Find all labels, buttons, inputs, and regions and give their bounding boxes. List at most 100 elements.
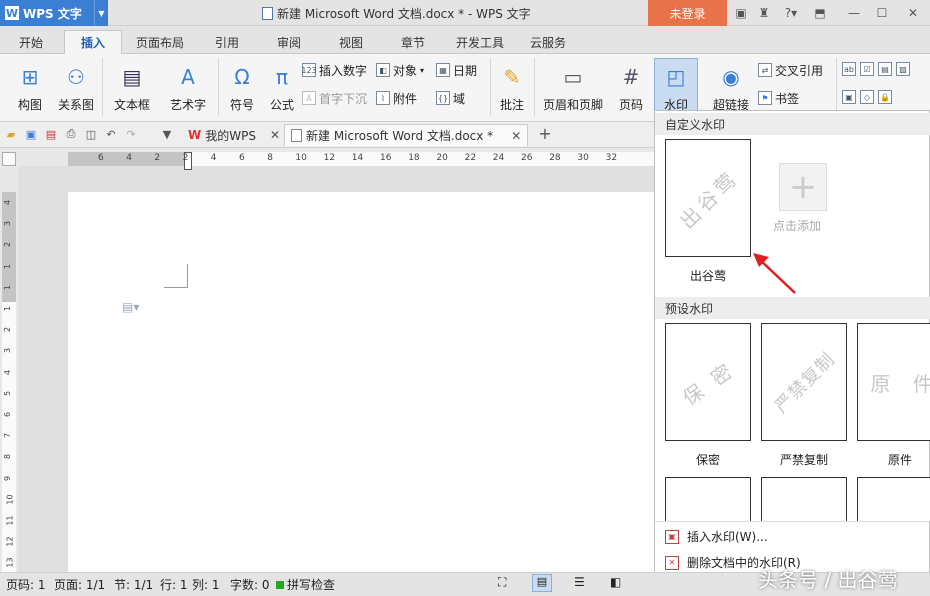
fullscreen-icon[interactable]: ⛶ — [498, 575, 514, 591]
undo-icon[interactable]: ↶ — [104, 127, 118, 141]
tab-references[interactable]: 引用 — [204, 30, 250, 54]
chevron-down-icon[interactable]: ▼ — [94, 0, 108, 26]
status-words[interactable]: 字数: 0 — [230, 576, 270, 593]
insert-watermark-label: 插入水印(W)... — [687, 530, 768, 544]
formula-button[interactable]: π 公式 — [264, 58, 300, 113]
ruler-number: 10 — [5, 494, 15, 505]
red-arrow-annotation — [753, 253, 796, 294]
list-box-icon[interactable]: ▤ — [878, 62, 892, 76]
add-watermark-plus-icon[interactable]: + — [779, 163, 827, 211]
print-preview-icon[interactable]: ◫ — [84, 127, 98, 141]
drop-cap-button[interactable]: A 首字下沉 — [302, 89, 367, 107]
preset-watermark-row2-1[interactable] — [665, 477, 751, 521]
app-menu-button[interactable]: W WPS 文字 ▼ — [0, 0, 108, 26]
bookmark-icon: ⚑ — [758, 91, 772, 105]
ruler-number: 1 — [3, 305, 13, 312]
tab-chapter[interactable]: 章节 — [390, 30, 436, 54]
wordart-label: 艺术字 — [169, 98, 206, 112]
skin-icon[interactable]: ▣ — [733, 5, 749, 21]
comment-button[interactable]: ✎ 批注 — [494, 58, 530, 113]
status-col: 列: 1 — [192, 578, 220, 592]
wordart-button[interactable]: A 艺术字 — [162, 58, 214, 113]
export-pdf-icon[interactable]: ▤ — [44, 127, 58, 141]
relation-diagram-button[interactable]: ⚇ 关系图 — [54, 58, 98, 113]
save-icon[interactable]: ▣ — [24, 127, 38, 141]
eraser-icon[interactable]: ◇ — [860, 90, 874, 104]
web-view-icon[interactable]: ◧ — [610, 575, 621, 589]
vertical-ruler[interactable]: 4 3 2 1 1 1 2 3 4 5 6 7 8 9 10 11 12 13 — [2, 192, 16, 572]
maximize-icon[interactable]: ☐ — [874, 5, 890, 21]
textbox-button[interactable]: ▤ 文本框 — [106, 58, 158, 113]
object-label: 对象 — [393, 63, 418, 78]
attachment-button[interactable]: ⌇ 附件 — [376, 89, 417, 107]
login-button[interactable]: 未登录 — [648, 0, 727, 26]
add-watermark-label[interactable]: 点击添加 — [773, 217, 821, 234]
bookmark-label: 书签 — [775, 91, 800, 106]
preset-watermark-secret[interactable]: 保 密 — [665, 323, 751, 441]
cross-reference-button[interactable]: ⇄ 交叉引用 — [758, 61, 823, 79]
object-button[interactable]: ◧ 对象 ▾ — [376, 61, 424, 79]
tab-insert[interactable]: 插入 — [64, 30, 122, 54]
tab-document[interactable]: 新建 Microsoft Word 文档.docx * ✕ — [284, 124, 529, 146]
tab-review[interactable]: 审阅 — [266, 30, 312, 54]
tab-cloud[interactable]: 云服务 — [522, 30, 574, 54]
ruler-number: 6 — [3, 411, 13, 418]
bookmark-button[interactable]: ⚑ 书签 — [758, 89, 799, 107]
page-number-button[interactable]: # 页码 — [610, 58, 652, 113]
preset-watermark-original[interactable]: 原 件 — [857, 323, 930, 441]
cross-reference-icon: ⇄ — [758, 63, 772, 77]
date-button[interactable]: ▦ 日期 — [436, 61, 477, 79]
checkbox-icon[interactable]: ☑ — [860, 62, 874, 76]
spell-check-toggle[interactable]: 拼写检查 — [276, 576, 335, 593]
tab-developer[interactable]: 开发工具 — [448, 30, 512, 54]
window-title: 新建 Microsoft Word 文档.docx * - WPS 文字 — [262, 5, 531, 22]
drop-cap-label: 首字下沉 — [319, 91, 368, 106]
open-folder-icon[interactable]: ▰ — [4, 127, 18, 141]
preset-watermark-row2-3[interactable] — [857, 477, 930, 521]
text-field-icon[interactable]: ab — [842, 62, 856, 76]
preset-watermark-no-copy[interactable]: 严禁复制 — [761, 323, 847, 441]
preset-watermark-row2-2[interactable] — [761, 477, 847, 521]
tab-view[interactable]: 视图 — [328, 30, 374, 54]
close-tab-icon[interactable]: ✕ — [270, 128, 280, 142]
symbol-button[interactable]: Ω 符号 — [222, 58, 262, 113]
redo-icon[interactable]: ↷ — [124, 127, 138, 141]
tab-my-wps[interactable]: W 我的WPS ✕ — [188, 124, 280, 146]
insert-watermark-menu-item[interactable]: ▣ 插入水印(W)... — [665, 528, 768, 545]
design-mode-icon[interactable]: ▣ — [842, 90, 856, 104]
status-section: 节: 1/1 — [114, 578, 154, 592]
custom-watermark-thumb[interactable]: 出谷莺 — [665, 139, 751, 257]
lock-icon[interactable]: 🔒 — [878, 90, 892, 104]
outline-view-icon[interactable]: ☰ — [574, 575, 585, 589]
hyperlink-button[interactable]: ◉ 超链接 — [708, 58, 754, 113]
tab-home[interactable]: 开始 — [8, 30, 54, 54]
comment-icon: ✎ — [503, 65, 521, 89]
ruler-number: 10 — [295, 153, 307, 163]
new-tab-plus-icon[interactable]: + — [538, 124, 552, 143]
document-page[interactable]: ▤▾ — [68, 192, 654, 572]
close-tab-icon[interactable]: ✕ — [511, 129, 521, 143]
shirt-icon[interactable]: ♜ — [756, 5, 772, 21]
field-button[interactable]: {} 域 — [436, 89, 465, 107]
image-control-icon[interactable]: ▨ — [896, 62, 910, 76]
smartart-button[interactable]: ⊞ 构图 — [10, 58, 50, 113]
source-credit: 头条号 / 出谷莺 — [758, 568, 898, 592]
page-view-icon[interactable]: ▤ — [532, 574, 552, 592]
ruler-number: 6 — [98, 153, 104, 163]
help-icon[interactable]: ?▾ — [780, 5, 802, 21]
restore-ribbon-icon[interactable]: ⬒ — [812, 5, 828, 21]
omega-icon: Ω — [234, 65, 250, 89]
customize-dropdown-icon[interactable]: ▼ — [160, 127, 174, 141]
header-footer-button[interactable]: ▭ 页眉和页脚 — [540, 58, 606, 113]
date-label: 日期 — [453, 63, 478, 78]
insert-number-button[interactable]: 123 插入数字 — [301, 61, 367, 79]
minimize-icon[interactable]: — — [846, 5, 862, 21]
horizontal-ruler[interactable]: 6 4 2 2 4 6 8 10 12 14 16 18 20 22 24 26 28 30 32 — [68, 152, 654, 170]
close-icon[interactable]: ✕ — [905, 5, 921, 21]
page-number-icon: # — [622, 65, 640, 89]
paste-options-icon[interactable]: ▤▾ — [122, 300, 139, 314]
watermark-button[interactable]: ◰ 水印 — [654, 58, 698, 113]
tab-stop-selector[interactable] — [2, 152, 16, 166]
tab-page-layout[interactable]: 页面布局 — [130, 30, 190, 54]
print-icon[interactable]: ⎙ — [64, 127, 78, 141]
